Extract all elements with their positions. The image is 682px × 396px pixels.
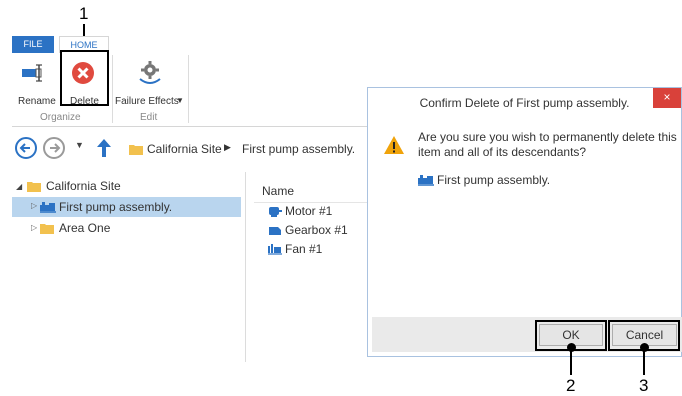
forward-icon[interactable] [42, 136, 66, 160]
tree-item-first-pump-assembly[interactable]: ▷ First pump assembly. [12, 197, 241, 217]
callout-number-1: 1 [79, 4, 89, 23]
fan-icon [268, 244, 282, 255]
folder-icon [27, 182, 41, 192]
collapsed-arrow-icon[interactable]: ▷ [31, 201, 37, 210]
expanded-arrow-icon[interactable]: ◢ [16, 182, 22, 191]
up-arrow-icon[interactable] [95, 137, 113, 159]
close-icon[interactable]: × [653, 88, 681, 108]
collapsed-arrow-icon[interactable]: ▷ [31, 223, 37, 232]
tree-pane: ◢ California Site ▷ First pump assembly.… [12, 178, 244, 363]
breadcrumb-current[interactable]: First pump assembly. [242, 142, 355, 156]
column-header-name[interactable]: Name [254, 178, 368, 203]
dialog-item-name: First pump assembly. [437, 173, 551, 187]
group-label-organize: Organize [40, 112, 81, 123]
breadcrumb-separator-icon: ▶ [224, 142, 231, 152]
chevron-down-icon: ▼ [176, 96, 184, 105]
list-item-fan[interactable]: Fan #1 [285, 242, 322, 256]
list-item-motor[interactable]: Motor #1 [285, 204, 332, 218]
list-pane: Name Motor #1 Gearbox #1 Fan #1 [246, 176, 368, 362]
pump-assembly-icon [40, 202, 56, 213]
dialog-message-line-2: item and all of its descendants? [418, 145, 587, 159]
navigation-bar: ▼ California Site ▶ First pump assembly. [12, 134, 368, 164]
callout-number-3: 3 [639, 376, 649, 395]
history-dropdown-icon[interactable]: ▼ [75, 140, 84, 150]
callout-number-2: 2 [566, 376, 576, 395]
folder-icon [40, 224, 54, 234]
rename-icon [22, 64, 42, 82]
list-item-gearbox[interactable]: Gearbox #1 [285, 223, 348, 237]
failure-effects-button[interactable]: Failure Effects ▼ [113, 55, 187, 107]
warning-icon [384, 136, 404, 154]
dialog-message-line-1: Are you sure you wish to permanently del… [418, 130, 677, 144]
failure-effects-icon [139, 61, 161, 84]
callout-line-3 [643, 349, 645, 375]
ribbon-tab-bar: FILE HOME [12, 36, 682, 54]
group-label-edit: Edit [140, 112, 158, 123]
tab-file[interactable]: FILE [12, 36, 54, 53]
motor-icon [269, 207, 282, 217]
gearbox-icon [269, 227, 281, 235]
tree-item-california-site[interactable]: California Site [46, 179, 121, 193]
ribbon-separator [188, 55, 189, 123]
dialog-title: Confirm Delete of First pump assembly. [419, 96, 630, 110]
column-header-label: Name [262, 184, 295, 198]
pump-assembly-icon [418, 175, 434, 186]
tree-item-area-one[interactable]: Area One [59, 221, 110, 235]
failure-effects-label: Failure Effects [115, 96, 179, 107]
tree-item-label: First pump assembly. [59, 200, 173, 214]
breadcrumb-california-site[interactable]: California Site [147, 142, 222, 156]
confirm-delete-dialog: Confirm Delete of First pump assembly. ×… [367, 87, 682, 357]
rename-button[interactable]: Rename [14, 55, 56, 107]
delete-highlight-box [60, 50, 109, 106]
callout-line-2 [570, 349, 572, 375]
back-icon[interactable] [14, 136, 38, 160]
folder-icon [129, 145, 143, 155]
rename-label: Rename [18, 96, 56, 107]
